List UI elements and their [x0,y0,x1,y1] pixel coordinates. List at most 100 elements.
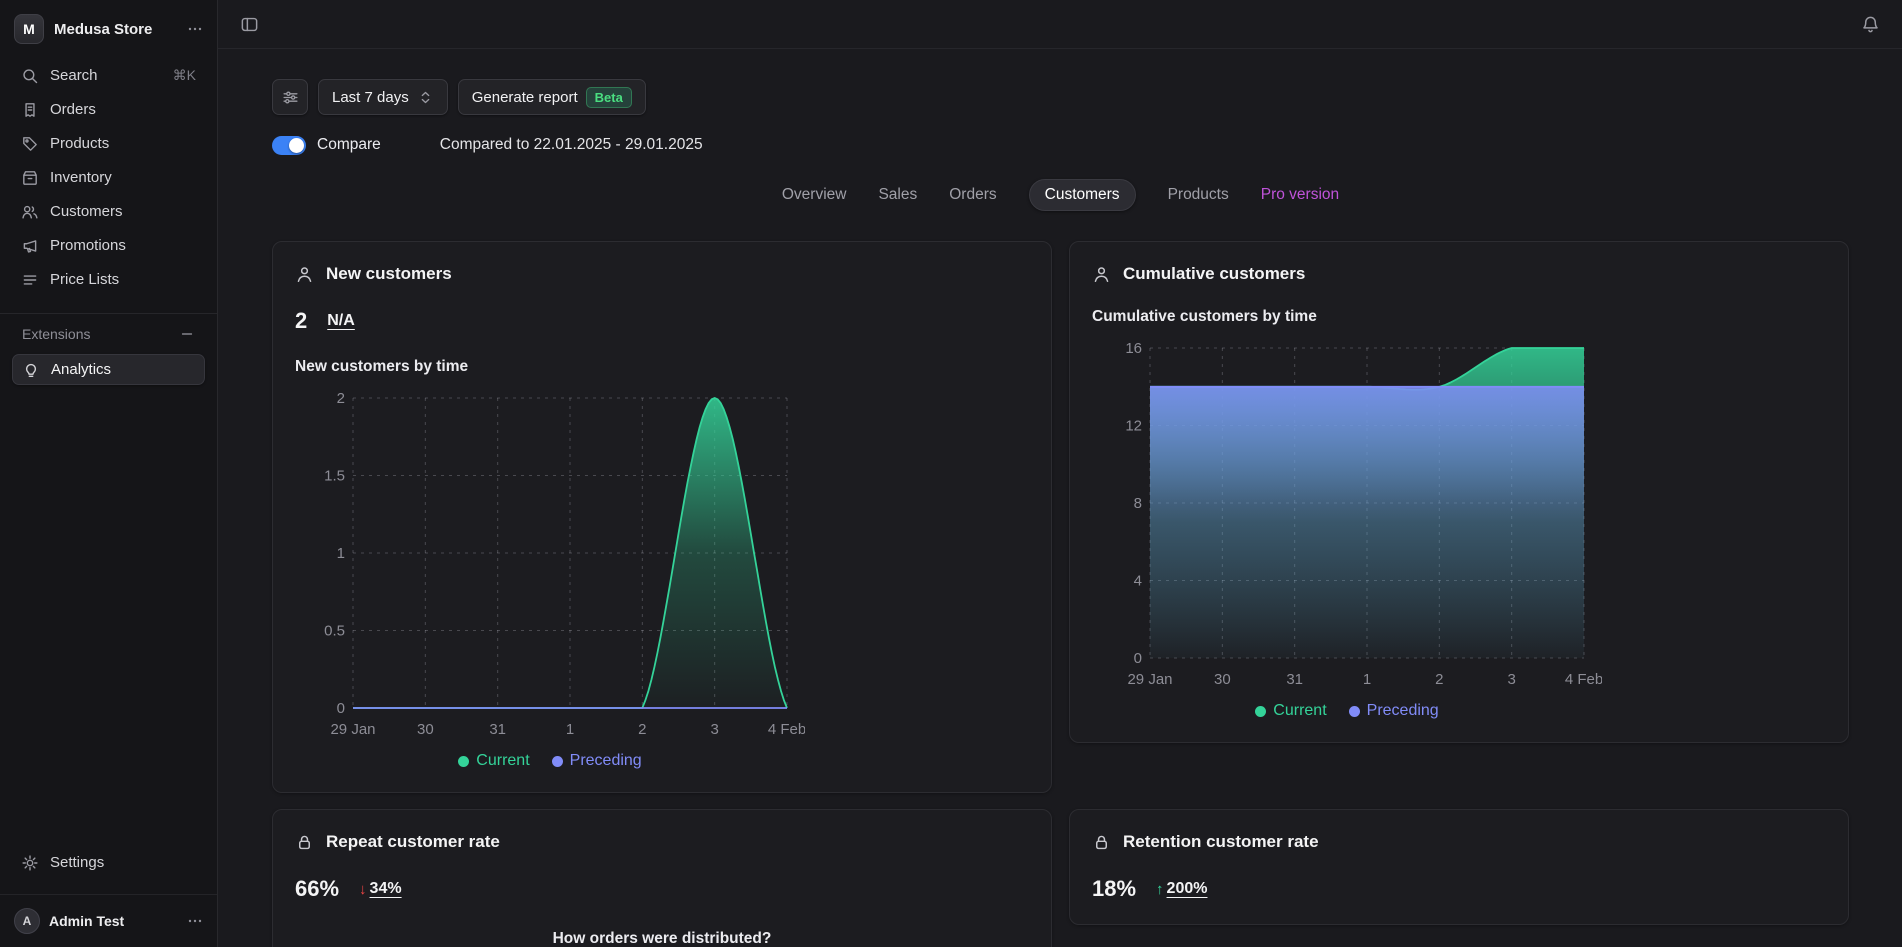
compare-toggle[interactable] [272,135,306,155]
sidebar-item-analytics[interactable]: Analytics [12,354,205,385]
gear-icon [22,854,38,871]
receipt-icon [25,102,35,117]
customers-icon [1094,266,1109,282]
card-title: Repeat customer rate [326,832,500,851]
notifications-button[interactable] [1857,11,1884,38]
compare-label: Compare [317,136,381,153]
svg-text:1: 1 [337,545,345,562]
metric-value: 2 [295,308,308,333]
card-header: Cumulative customers [1092,264,1826,284]
generate-report-button[interactable]: Generate report Beta [457,79,646,115]
chart-wrap: 0 0.5 1 1.5 2 29 Jan 30 31 1 2 3 4 Feb [295,388,1029,742]
chart-subtitle: New customers by time [295,358,469,375]
tab-pro-version[interactable]: Pro version [1261,186,1339,204]
svg-text:8: 8 [1134,495,1142,512]
sidebar-item-promotions[interactable]: Promotions [12,230,205,261]
sidebar-item-label: Customers [50,203,123,220]
legend-current: Current [1255,702,1327,720]
sidebar-item-settings[interactable]: Settings [12,847,205,878]
svg-text:3: 3 [1507,671,1515,688]
collapse-icon[interactable] [179,326,195,342]
topbar [218,0,1902,49]
content: Last 7 days Generate report Beta Compare… [218,49,1902,947]
sidebar-item-label: Price Lists [50,271,120,288]
lock-icon [1096,835,1107,849]
sidebar-footer: Settings A Admin Test [0,841,217,947]
sidebar-item-orders[interactable]: Orders [12,94,205,125]
customers-icon [297,266,312,282]
lightbulb-icon [25,363,37,377]
tab-products[interactable]: Products [1168,186,1229,204]
compare-note: Compared to 22.01.2025 - 29.01.2025 [439,136,703,153]
svg-text:0: 0 [1134,650,1142,667]
svg-text:1.5: 1.5 [324,468,345,485]
svg-text:12: 12 [1125,418,1142,435]
svg-text:2: 2 [1435,671,1443,688]
metric-delta: N/A [327,312,355,329]
filter-button[interactable] [272,79,308,115]
chart-wrap: 0 4 8 12 16 29 Jan 30 31 1 2 3 4 Feb [1092,338,1826,692]
user-menu[interactable]: A Admin Test [0,894,217,947]
extensions-section-header: Extensions [0,318,217,348]
arrow-down-icon: ↓ [359,880,367,898]
sidebar: M Medusa Store Search ⌘K Orders Products… [0,0,218,947]
beta-badge: Beta [585,86,632,108]
metric-delta: ↓ 34% [359,880,402,898]
building-icon [23,170,37,185]
sidebar-item-inventory[interactable]: Inventory [12,162,205,193]
sidebar-item-customers[interactable]: Customers [12,196,205,227]
svg-text:16: 16 [1125,340,1142,357]
store-initial: M [23,21,35,37]
tab-customers[interactable]: Customers [1028,179,1136,211]
svg-text:30: 30 [1214,671,1231,688]
svg-text:1: 1 [566,721,574,738]
sidebar-item-search[interactable]: Search ⌘K [12,60,205,91]
sidebar-item-products[interactable]: Products [12,128,205,159]
metric-delta: ↑ 200% [1156,880,1208,898]
tab-sales[interactable]: Sales [878,186,917,204]
ellipsis-icon[interactable] [187,913,203,929]
cumulative-customers-card: Cumulative customers Cumulative customer… [1069,241,1849,743]
distribution-question: How orders were distributed? [552,930,772,947]
ellipsis-icon[interactable] [187,21,203,37]
megaphone-icon [23,239,37,253]
sidebar-item-label: Settings [50,854,105,871]
svg-text:29 Jan: 29 Jan [330,721,375,738]
legend-current: Current [458,752,530,770]
svg-text:4 Feb: 4 Feb [768,721,805,738]
tab-orders[interactable]: Orders [949,186,996,204]
svg-text:30: 30 [417,721,434,738]
svg-text:4 Feb: 4 Feb [1565,671,1602,688]
sidebar-item-label: Orders [50,101,96,118]
metric-row: 66% ↓ 34% [295,876,1029,902]
retention-customer-rate-card: Retention customer rate 18% ↑ 200% [1069,809,1849,925]
chart-subtitle: Cumulative customers by time [1092,308,1317,325]
svg-text:3: 3 [710,721,718,738]
metric-row: 18% ↑ 200% [1092,876,1826,902]
chart-legend: Current Preceding [1092,702,1602,720]
search-icon [23,68,38,83]
sidebar-toggle-button[interactable] [236,11,263,38]
sliders-icon [282,91,298,103]
svg-text:2: 2 [638,721,646,738]
date-range-value: Last 7 days [332,88,409,106]
generate-report-label: Generate report [471,88,578,106]
repeat-customer-rate-card: Repeat customer rate 66% ↓ 34% How orders… [272,809,1052,947]
panel-icon [241,17,258,31]
extensions-label: Extensions [22,326,91,342]
date-range-select[interactable]: Last 7 days [318,79,448,115]
tab-overview[interactable]: Overview [782,186,847,204]
users-icon [22,205,38,219]
svg-text:0.5: 0.5 [324,623,345,640]
preceding-dot [1348,705,1360,717]
cumulative-customers-chart: 048121629 Jan 30 31 1 2 3 4 Feb [1125,340,1602,688]
card-header: New customers [295,264,1029,284]
lock-icon [299,835,310,849]
analytics-toolbar: Last 7 days Generate report Beta [272,79,1849,115]
metric-value: 18% [1092,876,1137,901]
sidebar-item-label: Analytics [51,361,112,378]
store-logo: M [14,14,44,44]
metric-value: 66% [295,876,340,901]
store-menu[interactable]: M Medusa Store [0,0,217,54]
sidebar-item-price-lists[interactable]: Price Lists [12,264,205,295]
